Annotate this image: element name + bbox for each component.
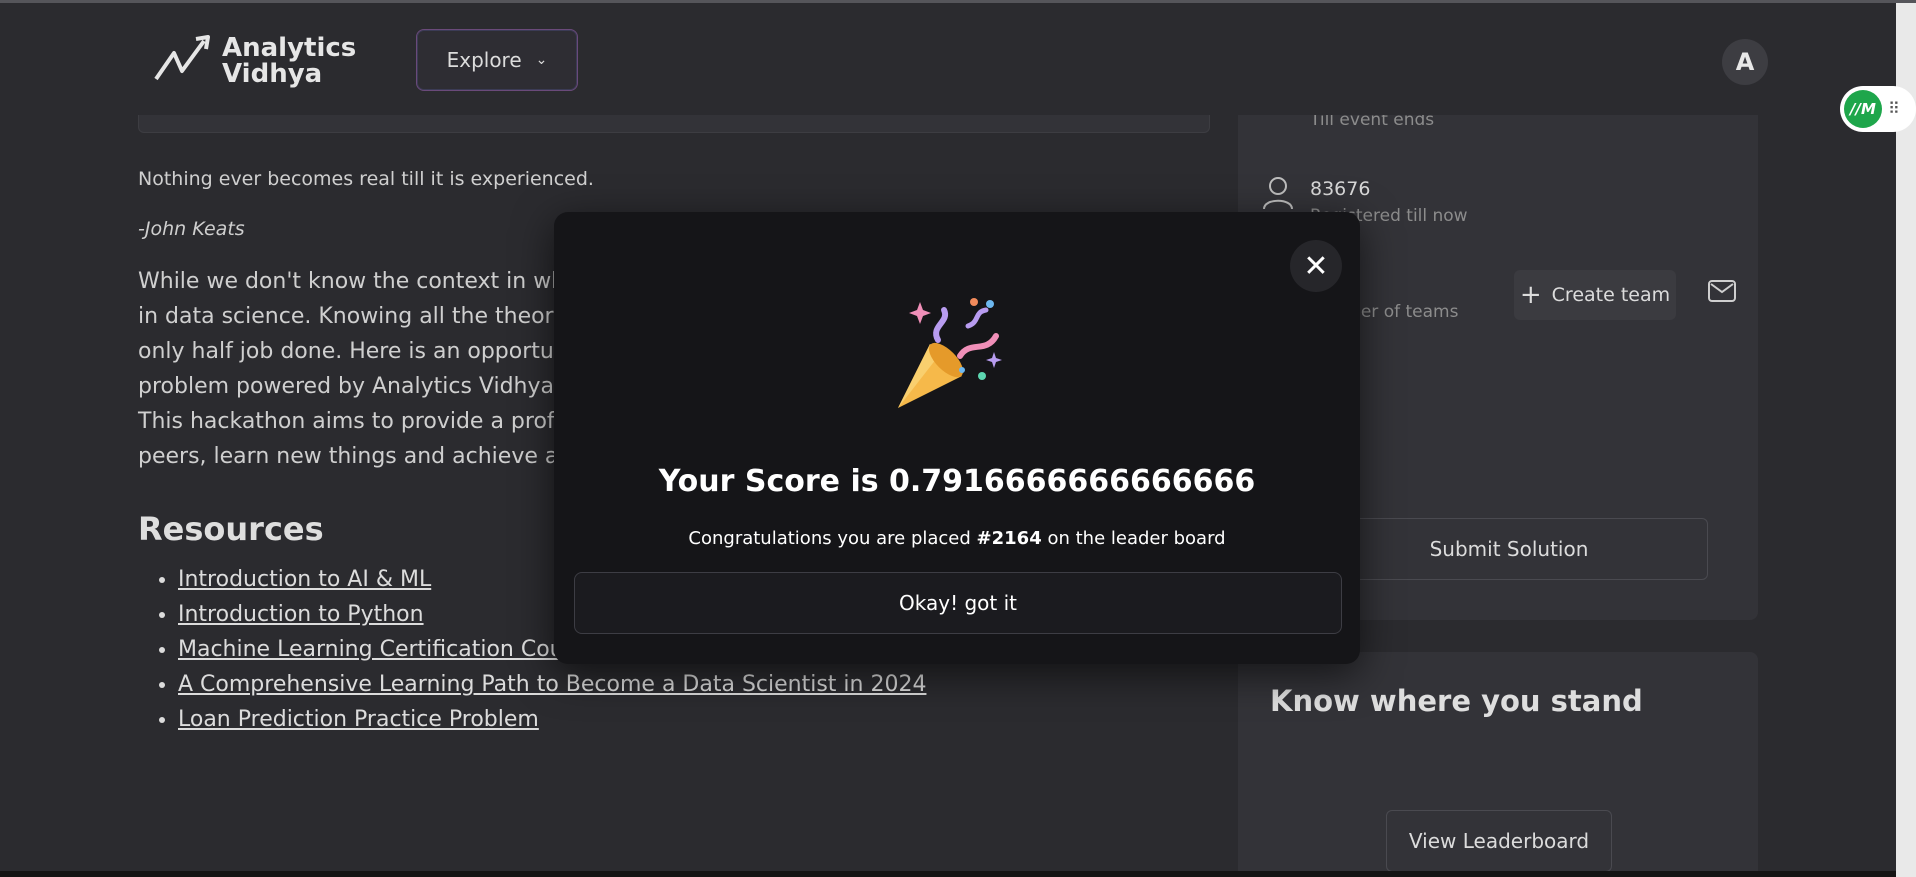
site-logo[interactable]: Analytics Vidhya (152, 31, 356, 91)
close-icon[interactable]: ✕ (1290, 240, 1342, 292)
resource-link[interactable]: Loan Prediction Practice Problem (178, 707, 539, 732)
logo-text: Analytics Vidhya (222, 35, 356, 87)
create-team-label: Create team (1551, 284, 1671, 306)
know-where-you-stand-heading: Know where you stand (1270, 684, 1643, 718)
congrats-prefix: Congratulations you are placed (688, 528, 971, 549)
logo-text-line: Vidhya (222, 59, 323, 89)
chevron-down-icon: ⌄ (535, 52, 548, 68)
logo-text-line: Analytics (222, 33, 357, 63)
congrats-suffix: on the leader board (1047, 528, 1226, 549)
view-leaderboard-button[interactable]: View Leaderboard (1386, 810, 1612, 872)
score-title: Your Score is 0.7916666666666666 (658, 464, 1256, 499)
scrollbar[interactable] (1896, 3, 1916, 877)
resource-link[interactable]: Introduction to Python (178, 602, 424, 627)
resources-heading: Resources (138, 510, 324, 548)
extension-logo-icon: //M (1844, 90, 1882, 128)
explore-label: Explore (446, 48, 522, 72)
extension-badge[interactable]: //M ⠿ (1840, 86, 1916, 132)
logo-trend-icon (152, 31, 216, 91)
leaderboard-rank: #2164 (976, 528, 1042, 549)
description-card-edge (138, 112, 1210, 133)
party-popper-icon (890, 296, 1010, 420)
okay-got-it-button[interactable]: Okay! got it (574, 572, 1342, 634)
congrats-message: Congratulations you are placed #2164 on … (554, 528, 1360, 549)
list-item: Loan Prediction Practice Problem (178, 702, 926, 737)
resource-link[interactable]: A Comprehensive Learning Path to Become … (178, 672, 926, 697)
score-modal: ✕ Your Score is 0.7916666666666666 Congr… (554, 212, 1360, 664)
list-item: A Comprehensive Learning Path to Become … (178, 667, 926, 702)
site-header: Analytics Vidhya Explore ⌄ A (0, 3, 1896, 115)
create-team-button[interactable]: + Create team (1514, 270, 1676, 320)
mail-icon[interactable] (1708, 280, 1736, 306)
user-icon (1262, 176, 1294, 214)
registered-count: 83676 (1310, 178, 1371, 200)
quote-text: Nothing ever becomes real till it is exp… (138, 168, 594, 190)
resource-link[interactable]: Introduction to AI & ML (178, 567, 431, 592)
plus-icon: + (1519, 280, 1542, 310)
grip-icon[interactable]: ⠿ (1888, 101, 1900, 117)
avatar[interactable]: A (1722, 39, 1768, 85)
resource-link[interactable]: Machine Learning Certification Cours (178, 637, 584, 662)
submit-solution-button[interactable]: Submit Solution (1310, 518, 1708, 580)
quote-author: -John Keats (138, 218, 245, 240)
bottom-strip (0, 871, 1896, 877)
explore-dropdown[interactable]: Explore ⌄ (416, 29, 578, 91)
